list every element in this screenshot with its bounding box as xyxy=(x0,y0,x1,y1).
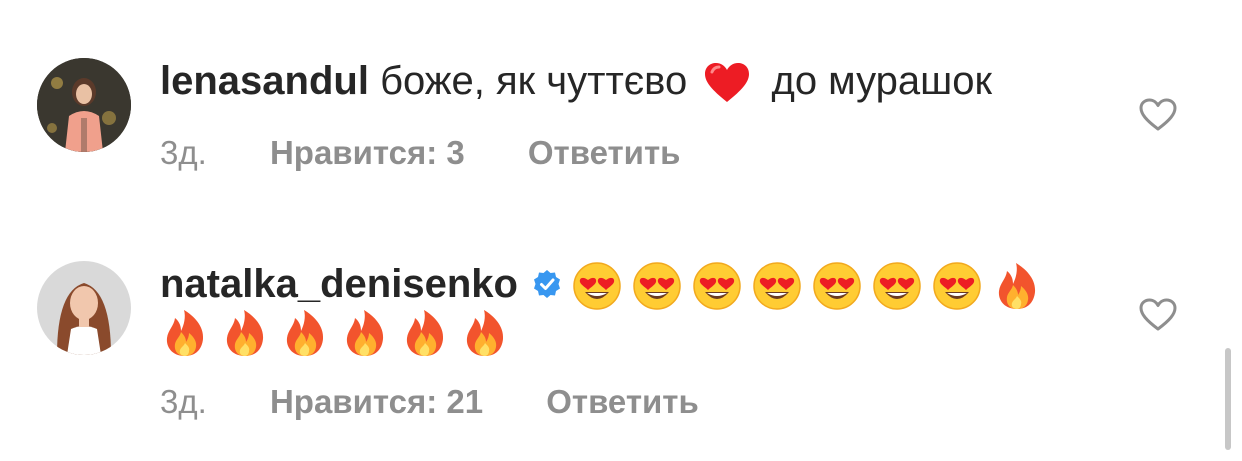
heart-eyes-icon xyxy=(572,261,622,311)
fire-icon xyxy=(992,261,1042,311)
scrollbar[interactable] xyxy=(1225,348,1231,450)
heart-eyes-icon xyxy=(752,261,802,311)
comment-time[interactable]: 3д. xyxy=(160,134,207,171)
reply-button[interactable]: Ответить xyxy=(546,383,699,420)
comment-text: боже, як чуттєво xyxy=(380,59,688,103)
comment-username[interactable]: lenasandul xyxy=(160,59,369,103)
fire-icon xyxy=(160,308,210,358)
fire-icon xyxy=(460,308,510,358)
heart-eyes-icon xyxy=(632,261,682,311)
fire-icon xyxy=(400,308,450,358)
fire-icon xyxy=(340,308,390,358)
comment-username[interactable]: natalka_denisenko xyxy=(160,262,518,306)
comment-time[interactable]: 3д. xyxy=(160,383,207,420)
heart-outline-icon[interactable] xyxy=(1139,298,1177,332)
likes-count[interactable]: Нравится: 21 xyxy=(270,383,483,420)
red-heart-icon xyxy=(704,62,750,104)
comment-emoji-line xyxy=(160,307,520,358)
fire-icon xyxy=(220,308,270,358)
likes-count[interactable]: Нравится: 3 xyxy=(270,134,465,171)
avatar[interactable] xyxy=(37,58,131,152)
heart-eyes-icon xyxy=(932,261,982,311)
heart-eyes-icon xyxy=(692,261,742,311)
heart-outline-icon[interactable] xyxy=(1139,98,1177,132)
heart-eyes-icon xyxy=(872,261,922,311)
avatar[interactable] xyxy=(37,261,131,355)
reply-button[interactable]: Ответить xyxy=(528,134,681,171)
heart-eyes-icon xyxy=(812,261,862,311)
fire-icon xyxy=(280,308,330,358)
comment-text-after: до мурашок xyxy=(771,59,993,103)
comment-emoji-line xyxy=(572,262,1052,311)
verified-badge-icon xyxy=(532,262,562,310)
